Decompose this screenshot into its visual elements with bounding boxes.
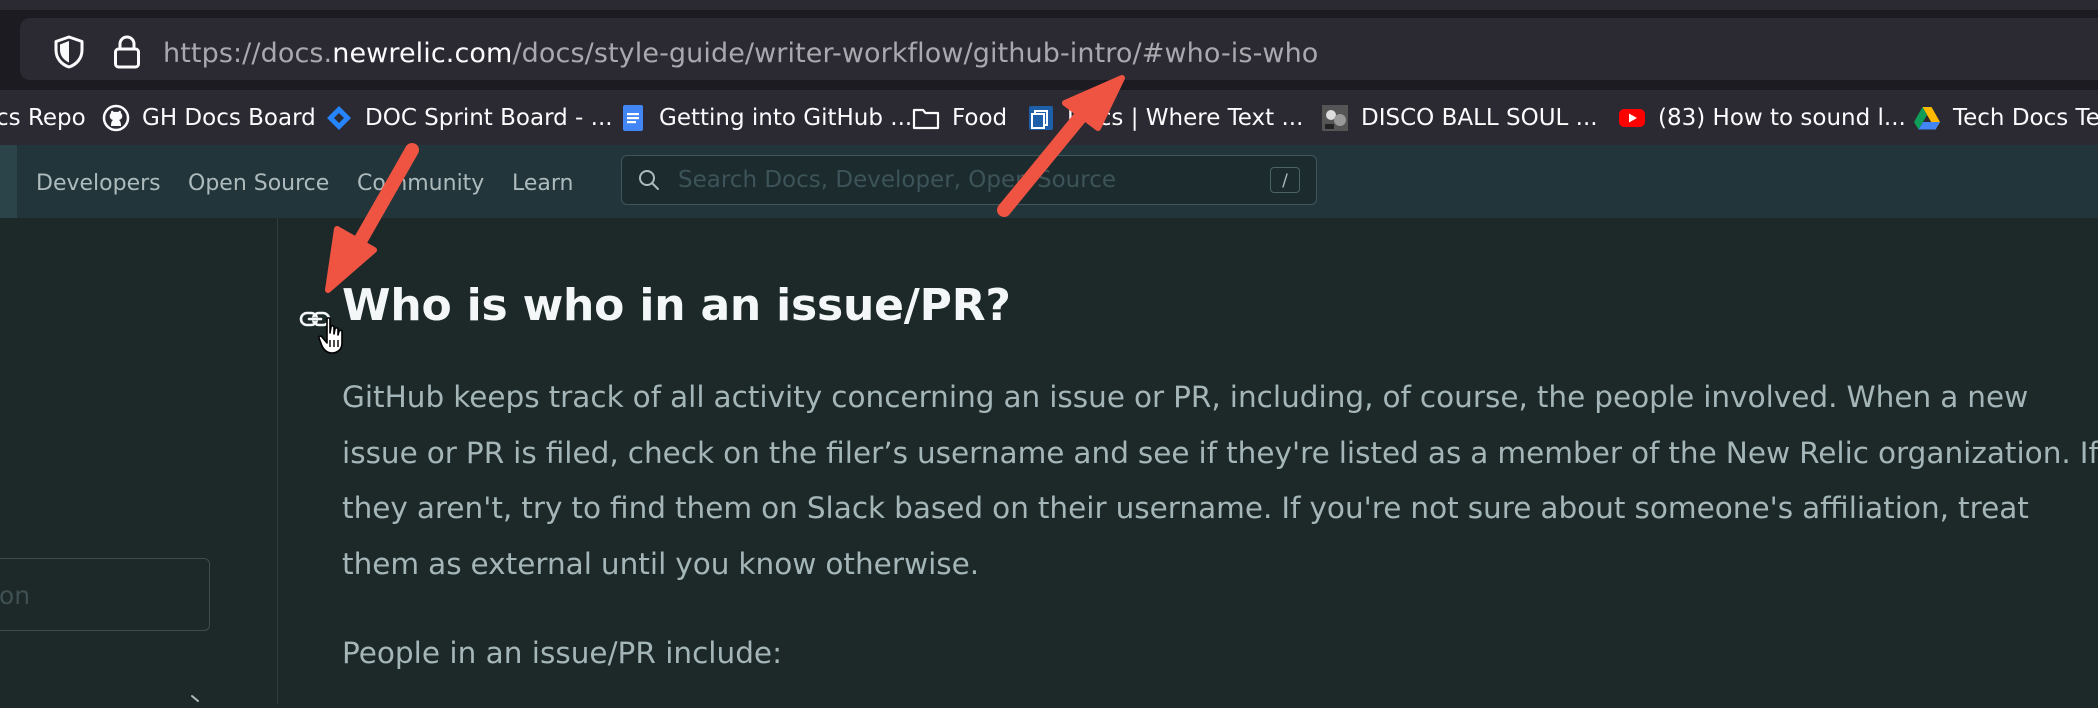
google-docs-icon (623, 105, 643, 131)
header-left-accent (0, 145, 17, 218)
search-box[interactable]: Search Docs, Developer, Open Source / (621, 155, 1317, 205)
bookmark-label: (83) How to sound l... (1658, 105, 1906, 131)
bookmark-label: cs Repo (0, 105, 86, 131)
bookmark-label: Tech Docs Tea (1953, 105, 2098, 131)
search-shortcut-key: / (1270, 167, 1300, 193)
bookmark-gh-docs-board[interactable]: GH Docs Board (102, 102, 316, 134)
bookmark-getting-into-github[interactable]: Getting into GitHub ... (619, 102, 912, 134)
docs-site-icon (1029, 106, 1053, 130)
bookmark-disco-ball-soul[interactable]: DISCO BALL SOUL ... (1321, 102, 1598, 134)
shield-icon[interactable] (53, 35, 85, 69)
search-icon (639, 170, 659, 190)
browser-top-strip (0, 0, 2098, 10)
jira-icon (327, 106, 351, 130)
address-bar[interactable]: https://docs.newrelic.com/docs/style-gui… (20, 18, 2098, 80)
browser-toolbar: https://docs.newrelic.com/docs/style-gui… (0, 10, 2098, 90)
thumbnail-icon (1322, 105, 1348, 131)
nav-open-source[interactable]: Open Source (188, 171, 329, 196)
folder-icon (912, 108, 940, 130)
youtube-icon (1619, 109, 1645, 127)
sidebar: on (0, 218, 278, 704)
google-drive-icon (1914, 107, 1940, 130)
site-header: Developers Open Source Community Learn S… (0, 145, 2098, 218)
nav-community[interactable]: Community (357, 171, 484, 196)
bookmarks-bar: cs Repo GH Docs Board DOC Sprint Board -… (0, 90, 2098, 145)
sidebar-filter-text: on (0, 581, 31, 610)
bookmark-label: Getting into GitHub ... (659, 105, 913, 131)
url-prefix: https://docs. (163, 38, 333, 69)
paragraph-line: them as external until you know otherwis… (342, 546, 980, 581)
bookmark-how-to-sound[interactable]: (83) How to sound l... (1618, 102, 1906, 134)
section-heading: Who is who in an issue/PR? (342, 280, 1011, 331)
bookmark-label: Docs | Where Text ... (1067, 105, 1304, 131)
paragraph-line: GitHub keeps track of all activity conce… (342, 380, 2029, 414)
lock-icon[interactable] (113, 34, 141, 70)
search-placeholder: Search Docs, Developer, Open Source (678, 167, 1117, 193)
bookmark-docs-where-text[interactable]: Docs | Where Text ... (1027, 102, 1303, 134)
bookmark-label: DISCO BALL SOUL ... (1361, 105, 1598, 131)
nav-developers[interactable]: Developers (36, 171, 161, 196)
url-path: /docs/style-guide/writer-workflow/github… (512, 38, 1319, 69)
bookmark-doc-sprint-board[interactable]: DOC Sprint Board - ... (325, 102, 613, 134)
intro-paragraph: GitHub keeps track of all activity conce… (342, 370, 2098, 592)
paragraph-line: issue or PR is filed, check on the filer… (342, 435, 2098, 470)
people-intro: People in an issue/PR include: (342, 636, 783, 670)
sidebar-filter-input[interactable]: on (0, 558, 210, 631)
paragraph-line: they aren't, try to find them on Slack b… (342, 491, 2029, 525)
url-host: newrelic.com (332, 38, 513, 69)
bookmark-tech-docs-team[interactable]: Tech Docs Tea (1913, 102, 2098, 134)
chevron-right-icon[interactable] (188, 694, 202, 708)
bookmark-label: Food (952, 105, 1008, 131)
bookmark-cs-repo[interactable]: cs Repo (0, 102, 86, 134)
bookmark-food[interactable]: Food (912, 102, 1007, 134)
url-text[interactable]: https://docs.newrelic.com/docs/style-gui… (163, 38, 1318, 69)
bookmark-label: DOC Sprint Board - ... (365, 105, 613, 131)
main-content: Who is who in an issue/PR? GitHub keeps … (278, 218, 2098, 704)
bookmark-label: GH Docs Board (142, 105, 316, 131)
nav-learn[interactable]: Learn (512, 171, 574, 196)
github-icon (102, 104, 130, 132)
